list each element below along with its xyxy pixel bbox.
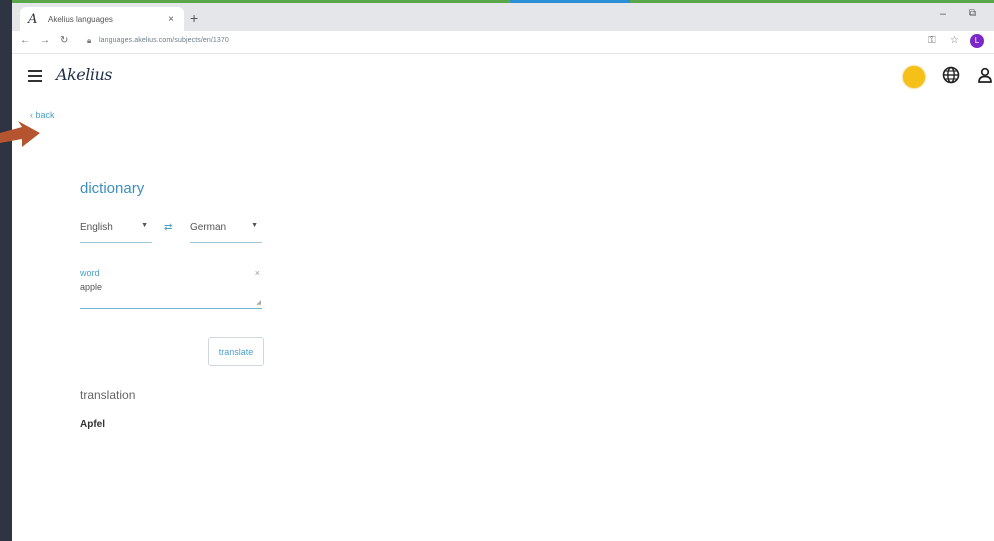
akelius-logo[interactable]: Akelius [56,65,112,84]
reload-icon[interactable]: ↻ [60,35,68,46]
key-icon[interactable]: ⚿ [928,35,936,46]
url-field[interactable]: languages.akelius.com/subjects/en/1370 [99,37,229,44]
sun-icon[interactable] [903,66,925,88]
source-language-select[interactable]: English ▼ [80,218,152,243]
akelius-favicon-icon: A [28,11,38,27]
word-value: apple [80,282,103,292]
user-icon[interactable] [976,66,994,84]
menu-icon[interactable] [28,70,42,82]
lock-icon: 🔒︎ [87,36,92,45]
clear-icon[interactable]: × [255,268,260,278]
desktop-left-edge [0,0,12,541]
swap-languages-icon[interactable]: ⇄ [164,222,172,233]
chevron-down-icon: ▼ [251,222,258,229]
page-title: dictionary [80,180,145,197]
target-language-value: German [190,222,227,233]
restore-button[interactable]: ⧉ [969,8,976,19]
new-tab-button[interactable]: + [190,10,198,26]
app-header: Akelius [12,54,994,98]
pointer-arrow-icon [0,121,40,147]
back-link[interactable]: ‹ back [30,110,55,120]
minimize-button[interactable]: – [940,8,946,20]
browser-address-bar: ← → ↻ 🔒︎ languages.akelius.com/subjects/… [12,31,994,54]
forward-arrow-icon[interactable]: → [40,35,50,46]
word-input[interactable]: word apple × ◢ [80,264,262,309]
source-language-value: English [80,222,113,233]
resize-handle-icon[interactable]: ◢ [256,299,261,306]
browser-tab[interactable]: A Akelius languages × [20,7,184,31]
word-label: word [80,268,100,278]
browser-tab-bar: A Akelius languages × + – ⧉ [12,3,994,31]
translation-result: Apfel [80,419,105,430]
translation-label: translation [80,388,136,402]
back-arrow-icon[interactable]: ← [20,35,30,46]
profile-avatar[interactable]: L [970,34,984,48]
chevron-down-icon: ▼ [141,222,148,229]
tab-title: Akelius languages [48,14,113,24]
tab-close-icon[interactable]: × [168,14,174,25]
globe-icon[interactable] [942,66,960,84]
bottom-edge [12,522,994,541]
bookmark-star-icon[interactable]: ☆ [950,35,959,46]
translate-button[interactable]: translate [208,337,264,366]
target-language-select[interactable]: German ▼ [190,218,262,243]
